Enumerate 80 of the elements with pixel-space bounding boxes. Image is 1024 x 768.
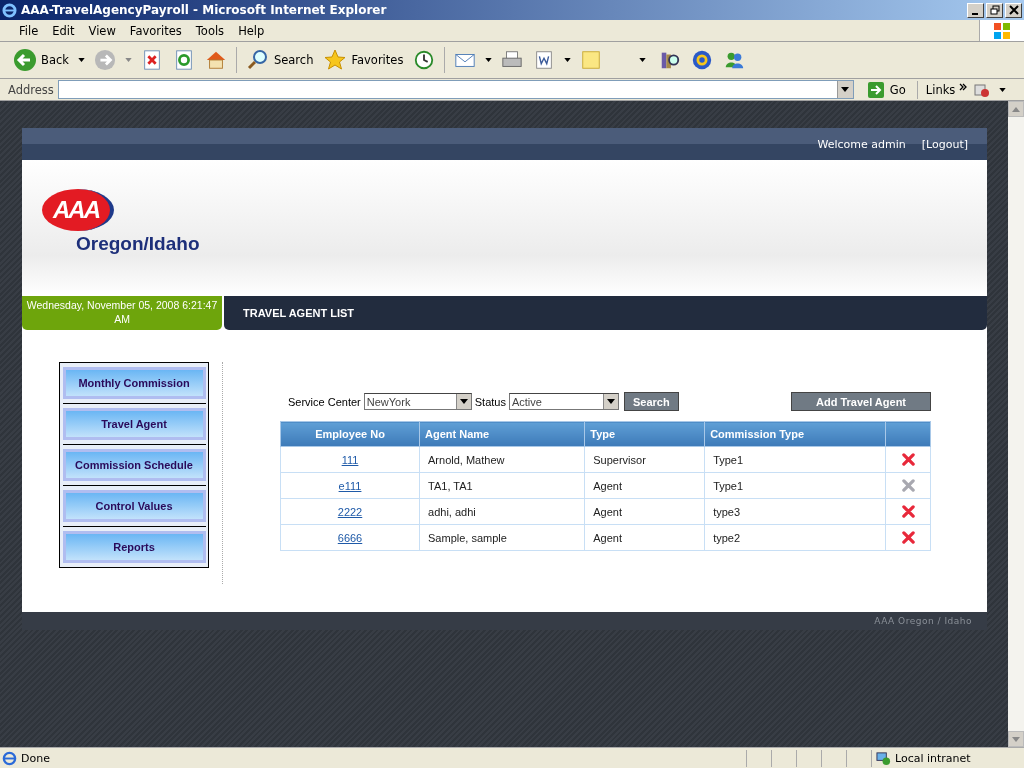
- nav-button[interactable]: Travel Agent: [62, 408, 206, 440]
- search-button[interactable]: Search: [242, 48, 317, 72]
- table-cell: type3: [713, 505, 741, 518]
- table-cell: Agent: [593, 505, 622, 518]
- footer-text: AAA Oregon / Idaho: [874, 616, 972, 626]
- delete-icon[interactable]: [901, 531, 915, 545]
- table-cell: Type1: [713, 453, 744, 466]
- date-label: Wednesday, November 05, 2008 6:21:47 AM: [22, 296, 222, 330]
- column-header: Agent Name: [419, 421, 585, 447]
- dropdown-icon[interactable]: [841, 87, 850, 92]
- windows-logo-icon: [992, 20, 1012, 41]
- caret-icon[interactable]: [564, 58, 572, 62]
- status-label: Status: [474, 395, 506, 408]
- nav-button[interactable]: Monthly Commission: [62, 367, 206, 399]
- column-header: Commission Type: [704, 421, 886, 447]
- close-button[interactable]: [1005, 2, 1022, 18]
- table-cell: adhi, adhi: [428, 505, 476, 518]
- page-icon: [2, 750, 17, 766]
- table-cell: Arnold, Mathew: [428, 453, 505, 466]
- minimize-icon: [971, 12, 978, 15]
- go-arrow-icon: [867, 81, 884, 98]
- table-cell: TA1, TA1: [428, 479, 473, 492]
- restore-icon: [989, 5, 1000, 15]
- dropdown-icon[interactable]: [459, 399, 468, 404]
- minimize-button[interactable]: [967, 2, 984, 18]
- delete-icon[interactable]: [901, 453, 915, 467]
- column-header: Employee No: [280, 421, 420, 447]
- menu-item[interactable]: Help: [231, 23, 272, 38]
- section-title: TRAVEL AGENT LIST: [243, 307, 355, 319]
- service-center-label: Service Center: [288, 395, 361, 408]
- add-travel-agent-button[interactable]: Add Travel Agent: [791, 392, 931, 411]
- table-cell: Type1: [713, 479, 744, 492]
- nav-button[interactable]: Reports: [62, 531, 206, 563]
- employee-link[interactable]: 6666: [337, 531, 363, 544]
- menu-item[interactable]: File: [12, 23, 46, 38]
- menu-item[interactable]: View: [81, 23, 123, 38]
- table-cell: type2: [713, 531, 741, 544]
- zone-text: Local intranet: [895, 751, 971, 765]
- employee-link[interactable]: 111: [341, 453, 359, 466]
- home-icon[interactable]: [204, 49, 227, 71]
- caret-icon[interactable]: [77, 58, 85, 62]
- table-cell: Agent: [593, 531, 622, 544]
- welcome-text: Welcome admin: [817, 137, 906, 151]
- table-cell: Sample, sample: [428, 531, 507, 544]
- window-title: AAA-TravelAgencyPayroll - Microsoft Internet Explorer: [21, 3, 388, 17]
- logout-link[interactable]: [Logout]: [921, 137, 968, 151]
- caret-icon[interactable]: [485, 58, 493, 62]
- go-button[interactable]: Go: [861, 80, 918, 99]
- search-icon: [245, 48, 270, 72]
- column-header: Type: [584, 421, 705, 447]
- logo-mark: AAA: [53, 196, 99, 224]
- back-button[interactable]: Back: [10, 48, 72, 72]
- close-icon: [1008, 5, 1019, 15]
- logo-text: Oregon/Idaho: [76, 233, 200, 255]
- restore-button[interactable]: [986, 2, 1003, 18]
- menu-item[interactable]: Tools: [188, 23, 232, 38]
- chevron-icon[interactable]: [959, 82, 968, 91]
- status-select[interactable]: Active: [508, 393, 619, 410]
- caret-icon[interactable]: [999, 87, 1007, 92]
- delete-icon[interactable]: [901, 505, 915, 519]
- nav-button[interactable]: Control Values: [62, 490, 206, 522]
- favorites-button[interactable]: Favorites: [320, 48, 407, 72]
- service-center-select[interactable]: NewYork: [363, 393, 472, 410]
- star-icon: [323, 48, 348, 72]
- menu-item[interactable]: Favorites: [122, 23, 189, 38]
- menu-item[interactable]: Edit: [45, 23, 82, 38]
- browser-icon: [2, 2, 17, 18]
- table-cell: Agent: [593, 479, 622, 492]
- dropdown-icon[interactable]: [606, 399, 615, 404]
- employee-link[interactable]: 2222: [337, 505, 363, 518]
- network-icon: [876, 750, 891, 766]
- search-button[interactable]: Search: [623, 392, 679, 411]
- history-icon[interactable]: [413, 49, 436, 71]
- caret-icon[interactable]: [639, 58, 647, 62]
- nav-button[interactable]: Commission Schedule: [62, 449, 206, 481]
- links-button[interactable]: Links: [925, 82, 956, 97]
- status-text: Done: [21, 751, 51, 765]
- table-cell: Supervisor: [593, 453, 646, 466]
- address-label: Address: [8, 82, 54, 97]
- address-field[interactable]: [57, 80, 854, 99]
